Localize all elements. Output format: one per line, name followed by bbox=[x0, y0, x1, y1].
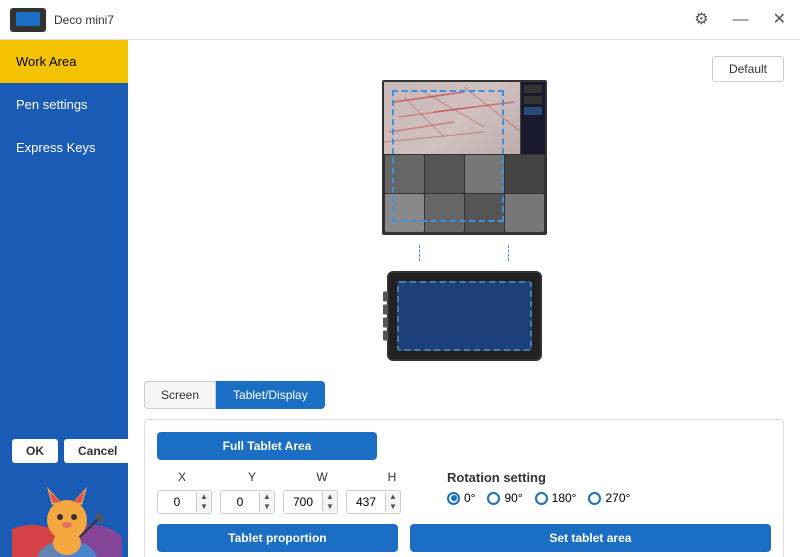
mascot-svg bbox=[12, 475, 122, 557]
rotation-270[interactable]: 270° bbox=[588, 491, 630, 505]
y-label: Y bbox=[227, 470, 277, 484]
monitor-tablet-preview bbox=[382, 80, 547, 361]
settings-icon-btn[interactable]: ⚙ bbox=[690, 10, 712, 30]
w-spin-down[interactable]: ▼ bbox=[323, 502, 337, 512]
bottom-buttons-row: Tablet proportion Set tablet area bbox=[157, 524, 771, 552]
rotation-90-label: 90° bbox=[504, 491, 522, 505]
title-bar-right: ⚙ — ✕ bbox=[690, 10, 790, 30]
default-button[interactable]: Default bbox=[712, 56, 784, 82]
sidebar-item-pen-settings[interactable]: Pen settings bbox=[0, 83, 128, 126]
device-name: Deco mini7 bbox=[54, 13, 114, 27]
radio-270deg[interactable] bbox=[588, 492, 601, 505]
x-spinners: ▲ ▼ bbox=[196, 492, 211, 512]
tablet-proportion-button[interactable]: Tablet proportion bbox=[157, 524, 398, 552]
title-bar: Deco mini7 ⚙ — ✕ bbox=[0, 0, 800, 40]
main-layout: Work Area Pen settings Express Keys OK C… bbox=[0, 40, 800, 557]
rotation-90[interactable]: 90° bbox=[487, 491, 522, 505]
radio-90deg[interactable] bbox=[487, 492, 500, 505]
y-spinners: ▲ ▼ bbox=[259, 492, 274, 512]
w-input-group: ▲ ▼ bbox=[283, 490, 338, 514]
sidebar: Work Area Pen settings Express Keys OK C… bbox=[0, 40, 128, 557]
sidebar-item-express-keys[interactable]: Express Keys bbox=[0, 126, 128, 169]
ok-button[interactable]: OK bbox=[12, 439, 58, 463]
minimize-btn[interactable]: — bbox=[729, 10, 753, 30]
rotation-section: Rotation setting 0° 90° bbox=[447, 470, 630, 505]
coords-section: X Y W H ▲ ▼ bbox=[157, 470, 417, 514]
tab-screen[interactable]: Screen bbox=[144, 381, 216, 409]
tab-tablet-display[interactable]: Tablet/Display bbox=[216, 381, 325, 409]
h-spin-up[interactable]: ▲ bbox=[386, 492, 400, 502]
title-bar-left: Deco mini7 bbox=[10, 8, 114, 32]
w-spin-up[interactable]: ▲ bbox=[323, 492, 337, 502]
rotation-options: 0° 90° 180° bbox=[447, 491, 630, 505]
x-spin-up[interactable]: ▲ bbox=[197, 492, 211, 502]
y-spin-up[interactable]: ▲ bbox=[260, 492, 274, 502]
sidebar-item-work-area[interactable]: Work Area bbox=[0, 40, 128, 83]
mascot-area bbox=[12, 475, 116, 545]
tablet-side-buttons bbox=[383, 292, 388, 341]
full-tablet-area-button[interactable]: Full Tablet Area bbox=[157, 432, 377, 460]
monitor-preview bbox=[382, 80, 547, 235]
h-spinners: ▲ ▼ bbox=[385, 492, 400, 512]
w-input[interactable] bbox=[284, 491, 322, 513]
connector bbox=[404, 245, 524, 261]
h-spin-down[interactable]: ▼ bbox=[386, 502, 400, 512]
y-spin-down[interactable]: ▼ bbox=[260, 502, 274, 512]
x-input-group: ▲ ▼ bbox=[157, 490, 212, 514]
radio-0deg[interactable] bbox=[447, 492, 460, 505]
coords-rotation-row: X Y W H ▲ ▼ bbox=[157, 470, 771, 514]
y-input-group: ▲ ▼ bbox=[220, 490, 275, 514]
tabs-row: Screen Tablet/Display bbox=[144, 381, 784, 409]
y-input[interactable] bbox=[221, 491, 259, 513]
h-input-group: ▲ ▼ bbox=[346, 490, 401, 514]
x-input[interactable] bbox=[158, 491, 196, 513]
x-label: X bbox=[157, 470, 207, 484]
h-input[interactable] bbox=[347, 491, 385, 513]
set-tablet-area-button[interactable]: Set tablet area bbox=[410, 524, 771, 552]
close-btn[interactable]: ✕ bbox=[769, 10, 790, 30]
coords-labels: X Y W H bbox=[157, 470, 417, 484]
tablet-active-area bbox=[397, 281, 532, 351]
h-label: H bbox=[367, 470, 417, 484]
controls-area: Screen Tablet/Display Full Tablet Area X… bbox=[128, 381, 800, 557]
rotation-270-label: 270° bbox=[605, 491, 630, 505]
w-spinners: ▲ ▼ bbox=[322, 492, 337, 512]
tablet-display-panel: Full Tablet Area X Y W H bbox=[144, 419, 784, 557]
rotation-180-label: 180° bbox=[552, 491, 577, 505]
x-spin-down[interactable]: ▼ bbox=[197, 502, 211, 512]
tablet-preview bbox=[387, 271, 542, 361]
cancel-button[interactable]: Cancel bbox=[64, 439, 131, 463]
coords-inputs: ▲ ▼ ▲ ▼ bbox=[157, 490, 417, 514]
rotation-title: Rotation setting bbox=[447, 470, 630, 485]
rotation-0[interactable]: 0° bbox=[447, 491, 475, 505]
rotation-0-label: 0° bbox=[464, 491, 475, 505]
sidebar-buttons: OK Cancel bbox=[12, 439, 131, 463]
rotation-180[interactable]: 180° bbox=[535, 491, 577, 505]
device-icon bbox=[10, 8, 46, 32]
content-area: Default bbox=[128, 40, 800, 557]
preview-area: Default bbox=[128, 40, 800, 381]
radio-180deg[interactable] bbox=[535, 492, 548, 505]
sidebar-footer: OK Cancel bbox=[0, 427, 128, 557]
w-label: W bbox=[297, 470, 347, 484]
